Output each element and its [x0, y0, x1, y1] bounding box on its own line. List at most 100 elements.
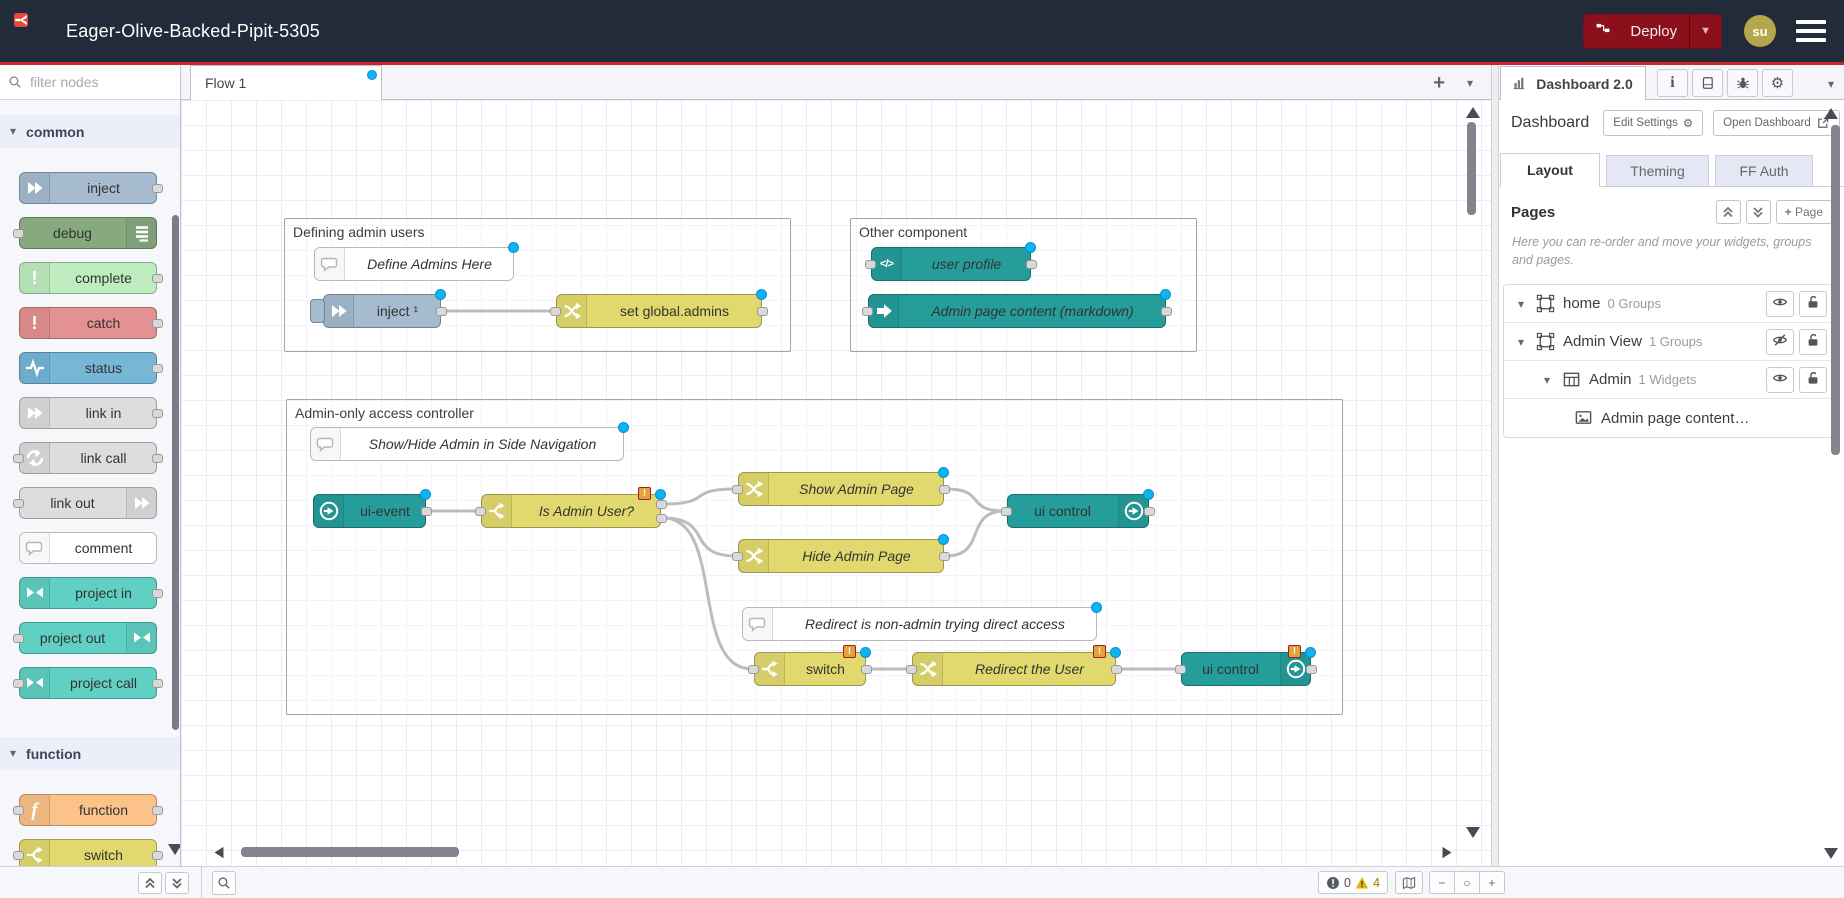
output-port[interactable] — [152, 589, 163, 598]
input-port[interactable] — [862, 307, 873, 316]
palette-filter-input[interactable] — [28, 73, 158, 91]
palette-scroll-down-icon[interactable] — [167, 843, 181, 856]
node-change-show-admin-page[interactable]: Show Admin Page — [738, 472, 944, 506]
output-port[interactable] — [1161, 307, 1172, 316]
node-inject-node[interactable]: inject ¹ — [323, 294, 441, 328]
output-port[interactable] — [939, 485, 950, 494]
help-tab-button[interactable] — [1692, 69, 1723, 97]
output-port[interactable] — [152, 806, 163, 815]
node-comment-show-hide-admin[interactable]: Show/Hide Admin in Side Navigation — [310, 427, 624, 461]
node-change-redirect-user[interactable]: Redirect the User! — [912, 652, 1116, 686]
add-page-button[interactable]: + Page — [1776, 200, 1832, 224]
palette-node-project-in[interactable]: project in — [19, 577, 157, 609]
sidebar-scroll-up-icon[interactable] — [1823, 107, 1839, 120]
group-defining-admin-users[interactable]: Defining admin users — [284, 218, 791, 352]
output-port-2[interactable] — [656, 514, 667, 523]
palette-node-complete[interactable]: !complete — [19, 262, 157, 294]
output-port[interactable] — [152, 184, 163, 193]
input-port[interactable] — [550, 307, 561, 316]
zoom-out-button[interactable]: − — [1429, 871, 1455, 894]
output-port[interactable] — [152, 409, 163, 418]
output-port[interactable] — [152, 679, 163, 688]
node-ui-template-user-profile[interactable]: </>user profile — [871, 247, 1031, 281]
zoom-reset-button[interactable]: ○ — [1454, 871, 1480, 894]
canvas-scroll-left-icon[interactable] — [211, 846, 227, 859]
palette-node-catch[interactable]: !catch — [19, 307, 157, 339]
chevron-down-icon[interactable]: ▾ — [1518, 297, 1532, 311]
node-switch-node[interactable]: switch! — [754, 652, 866, 686]
info-tab-button[interactable]: i — [1657, 69, 1688, 97]
node-ui-control-top[interactable]: ui control — [1007, 494, 1149, 528]
palette-node-function[interactable]: ffunction — [19, 794, 157, 826]
output-port[interactable] — [939, 552, 950, 561]
deploy-options-chevron-icon[interactable]: ▼ — [1689, 15, 1721, 48]
sidebar-splitter[interactable] — [1491, 65, 1499, 866]
tab-dashboard-2[interactable]: Dashboard 2.0 — [1500, 66, 1646, 100]
input-port[interactable] — [906, 665, 917, 674]
canvas-vertical-scrollbar[interactable] — [1467, 122, 1476, 215]
group-other-component[interactable]: Other component — [850, 218, 1197, 352]
lock-toggle-button[interactable] — [1799, 291, 1827, 317]
output-port[interactable] — [1111, 665, 1122, 674]
palette-node-project-out[interactable]: project out — [19, 622, 157, 654]
tab-flow-1[interactable]: Flow 1 — [190, 65, 382, 100]
user-avatar[interactable]: su — [1744, 15, 1776, 47]
node-ui-control-bottom[interactable]: ui control! — [1181, 652, 1311, 686]
palette-category-common[interactable]: ▾common — [0, 115, 180, 148]
output-port[interactable] — [152, 454, 163, 463]
palette-node-switch[interactable]: switch — [19, 839, 157, 866]
node-change-hide-admin-page[interactable]: Hide Admin Page — [738, 539, 944, 573]
move-up-button[interactable] — [1716, 200, 1741, 224]
navigator-button[interactable] — [1395, 871, 1423, 894]
visibility-toggle-button[interactable] — [1766, 367, 1794, 393]
tree-row-home[interactable]: ▾home0 Groups — [1504, 285, 1832, 323]
sidebar-scrollbar[interactable] — [1831, 125, 1840, 455]
palette-node-comment[interactable]: comment — [19, 532, 157, 564]
chevron-down-icon[interactable]: ▾ — [1544, 373, 1558, 387]
output-port[interactable] — [436, 307, 447, 316]
node-comment-define-admins[interactable]: Define Admins Here — [314, 247, 514, 281]
palette-node-link-out[interactable]: link out — [19, 487, 157, 519]
lock-toggle-button[interactable] — [1799, 329, 1827, 355]
input-port[interactable] — [13, 634, 24, 643]
input-port[interactable] — [732, 552, 743, 561]
tree-row-admin[interactable]: ▾Admin1 Widgets — [1504, 361, 1832, 399]
inject-button[interactable] — [310, 299, 325, 323]
node-ui-markdown-admin-page[interactable]: Admin page content (markdown) — [868, 294, 1166, 328]
tree-row-admin-page-content-m[interactable]: Admin page content (m… — [1504, 399, 1832, 437]
palette-node-debug[interactable]: debug — [19, 217, 157, 249]
palette-node-inject[interactable]: inject — [19, 172, 157, 204]
palette-node-project-call[interactable]: project call — [19, 667, 157, 699]
zoom-in-button[interactable]: + — [1479, 871, 1505, 894]
add-flow-button[interactable]: + — [1433, 73, 1445, 93]
canvas-scroll-down-icon[interactable] — [1465, 826, 1481, 839]
tree-row-admin-view[interactable]: ▾Admin View1 Groups — [1504, 323, 1832, 361]
deploy-button[interactable]: Deploy ▼ — [1583, 14, 1722, 49]
flow-list-chevron-icon[interactable]: ▾ — [1467, 76, 1473, 90]
output-port[interactable] — [152, 274, 163, 283]
lock-toggle-button[interactable] — [1799, 367, 1827, 393]
main-menu-button[interactable] — [1796, 20, 1826, 42]
edit-settings-button[interactable]: Edit Settings ⚙ — [1603, 110, 1703, 136]
output-port[interactable] — [152, 364, 163, 373]
canvas-scroll-up-icon[interactable] — [1465, 106, 1481, 119]
sidebar-tabs-chevron-icon[interactable]: ▾ — [1828, 77, 1834, 91]
input-port[interactable] — [13, 454, 24, 463]
search-flows-button[interactable] — [212, 871, 236, 895]
tab-theming[interactable]: Theming — [1606, 155, 1709, 187]
input-port[interactable] — [865, 260, 876, 269]
visibility-toggle-button[interactable] — [1766, 291, 1794, 317]
visibility-toggle-button[interactable] — [1766, 329, 1794, 355]
output-port[interactable] — [152, 319, 163, 328]
chevron-down-icon[interactable]: ▾ — [1518, 335, 1532, 349]
flow-canvas[interactable]: Defining admin users Other componentAdmin… — [181, 100, 1491, 866]
output-port[interactable] — [152, 851, 163, 860]
output-port[interactable] — [1306, 665, 1317, 674]
output-port[interactable] — [757, 307, 768, 316]
node-switch-is-admin-user[interactable]: Is Admin User?! — [481, 494, 661, 528]
expand-categories-button[interactable] — [165, 872, 189, 894]
input-port[interactable] — [13, 806, 24, 815]
debug-tab-button[interactable] — [1727, 69, 1758, 97]
output-port[interactable] — [1144, 507, 1155, 516]
input-port[interactable] — [13, 851, 24, 860]
